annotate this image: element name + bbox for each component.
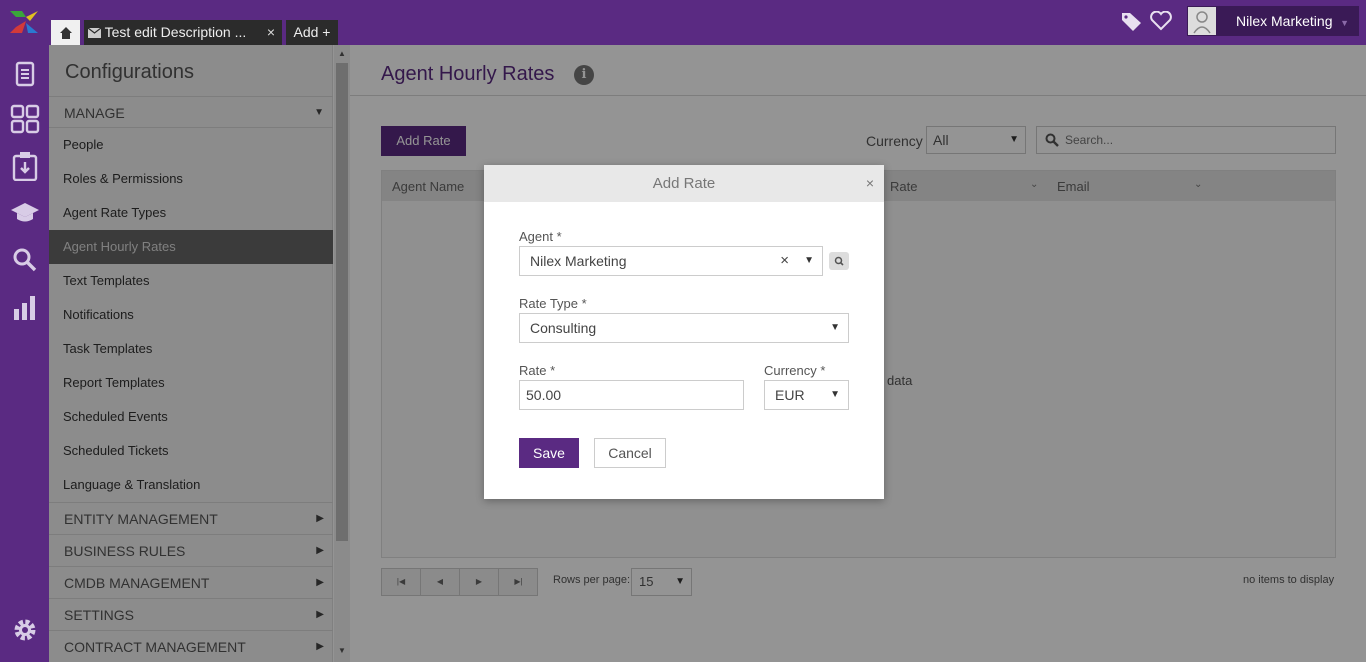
search-icon[interactable] <box>10 245 40 275</box>
currency-select[interactable]: EUR ▼ <box>764 380 849 410</box>
caret-down-icon: ▼ <box>804 255 814 266</box>
clear-icon[interactable]: × <box>780 247 789 275</box>
dialog-header: Add Rate × <box>484 165 884 202</box>
home-icon <box>59 27 72 39</box>
tab-home[interactable] <box>51 20 80 45</box>
envelope-icon <box>87 27 102 38</box>
nav-rail <box>0 45 49 662</box>
currency-label: Currency * <box>764 363 826 378</box>
currency-value: EUR <box>775 387 805 403</box>
bar-chart-icon[interactable] <box>10 293 40 323</box>
rate-label: Rate * <box>519 363 556 378</box>
rate-input[interactable] <box>526 387 743 403</box>
rate-type-value: Consulting <box>530 320 597 336</box>
tab-document[interactable]: Test edit Description ... × <box>84 20 282 45</box>
cancel-button[interactable]: Cancel <box>594 438 666 468</box>
tab-close-icon[interactable]: × <box>267 20 275 45</box>
heart-icon[interactable] <box>1150 11 1172 31</box>
caret-down-icon: ▼ <box>830 322 840 333</box>
user-silhouette-icon <box>1193 11 1211 34</box>
rate-type-select[interactable]: Consulting ▼ <box>519 313 849 343</box>
caret-down-icon: ▼ <box>830 389 840 400</box>
tab-add-button[interactable]: Add + <box>286 20 338 45</box>
top-bar: Test edit Description ... × Add + Nilex … <box>0 0 1366 45</box>
agent-label: Agent * <box>519 229 562 244</box>
gear-icon[interactable] <box>10 615 40 645</box>
user-name: Nilex Marketing <box>1236 13 1333 29</box>
clipboard-icon[interactable] <box>10 151 40 181</box>
rate-field[interactable] <box>519 380 744 410</box>
save-button[interactable]: Save <box>519 438 579 468</box>
add-rate-dialog: Add Rate × Agent * Nilex Marketing × ▼ R… <box>484 165 884 499</box>
logo-icon[interactable] <box>10 11 38 33</box>
agent-select[interactable]: Nilex Marketing × ▼ <box>519 246 823 276</box>
graduation-cap-icon[interactable] <box>10 198 40 228</box>
agent-lookup-button[interactable] <box>829 252 849 270</box>
agent-value: Nilex Marketing <box>530 253 627 269</box>
search-icon <box>834 256 844 266</box>
tag-icon[interactable] <box>1121 11 1143 31</box>
chevron-down-icon: ▼ <box>1340 18 1349 28</box>
document-icon[interactable] <box>10 59 40 89</box>
tab-document-label: Test edit Description ... <box>104 24 247 40</box>
dashboard-icon[interactable] <box>10 104 40 134</box>
avatar <box>1188 7 1216 35</box>
dialog-title: Add Rate <box>652 175 716 192</box>
rate-type-label: Rate Type * <box>519 296 587 311</box>
close-icon[interactable]: × <box>866 175 874 191</box>
user-menu[interactable]: Nilex Marketing ▼ <box>1187 6 1359 36</box>
